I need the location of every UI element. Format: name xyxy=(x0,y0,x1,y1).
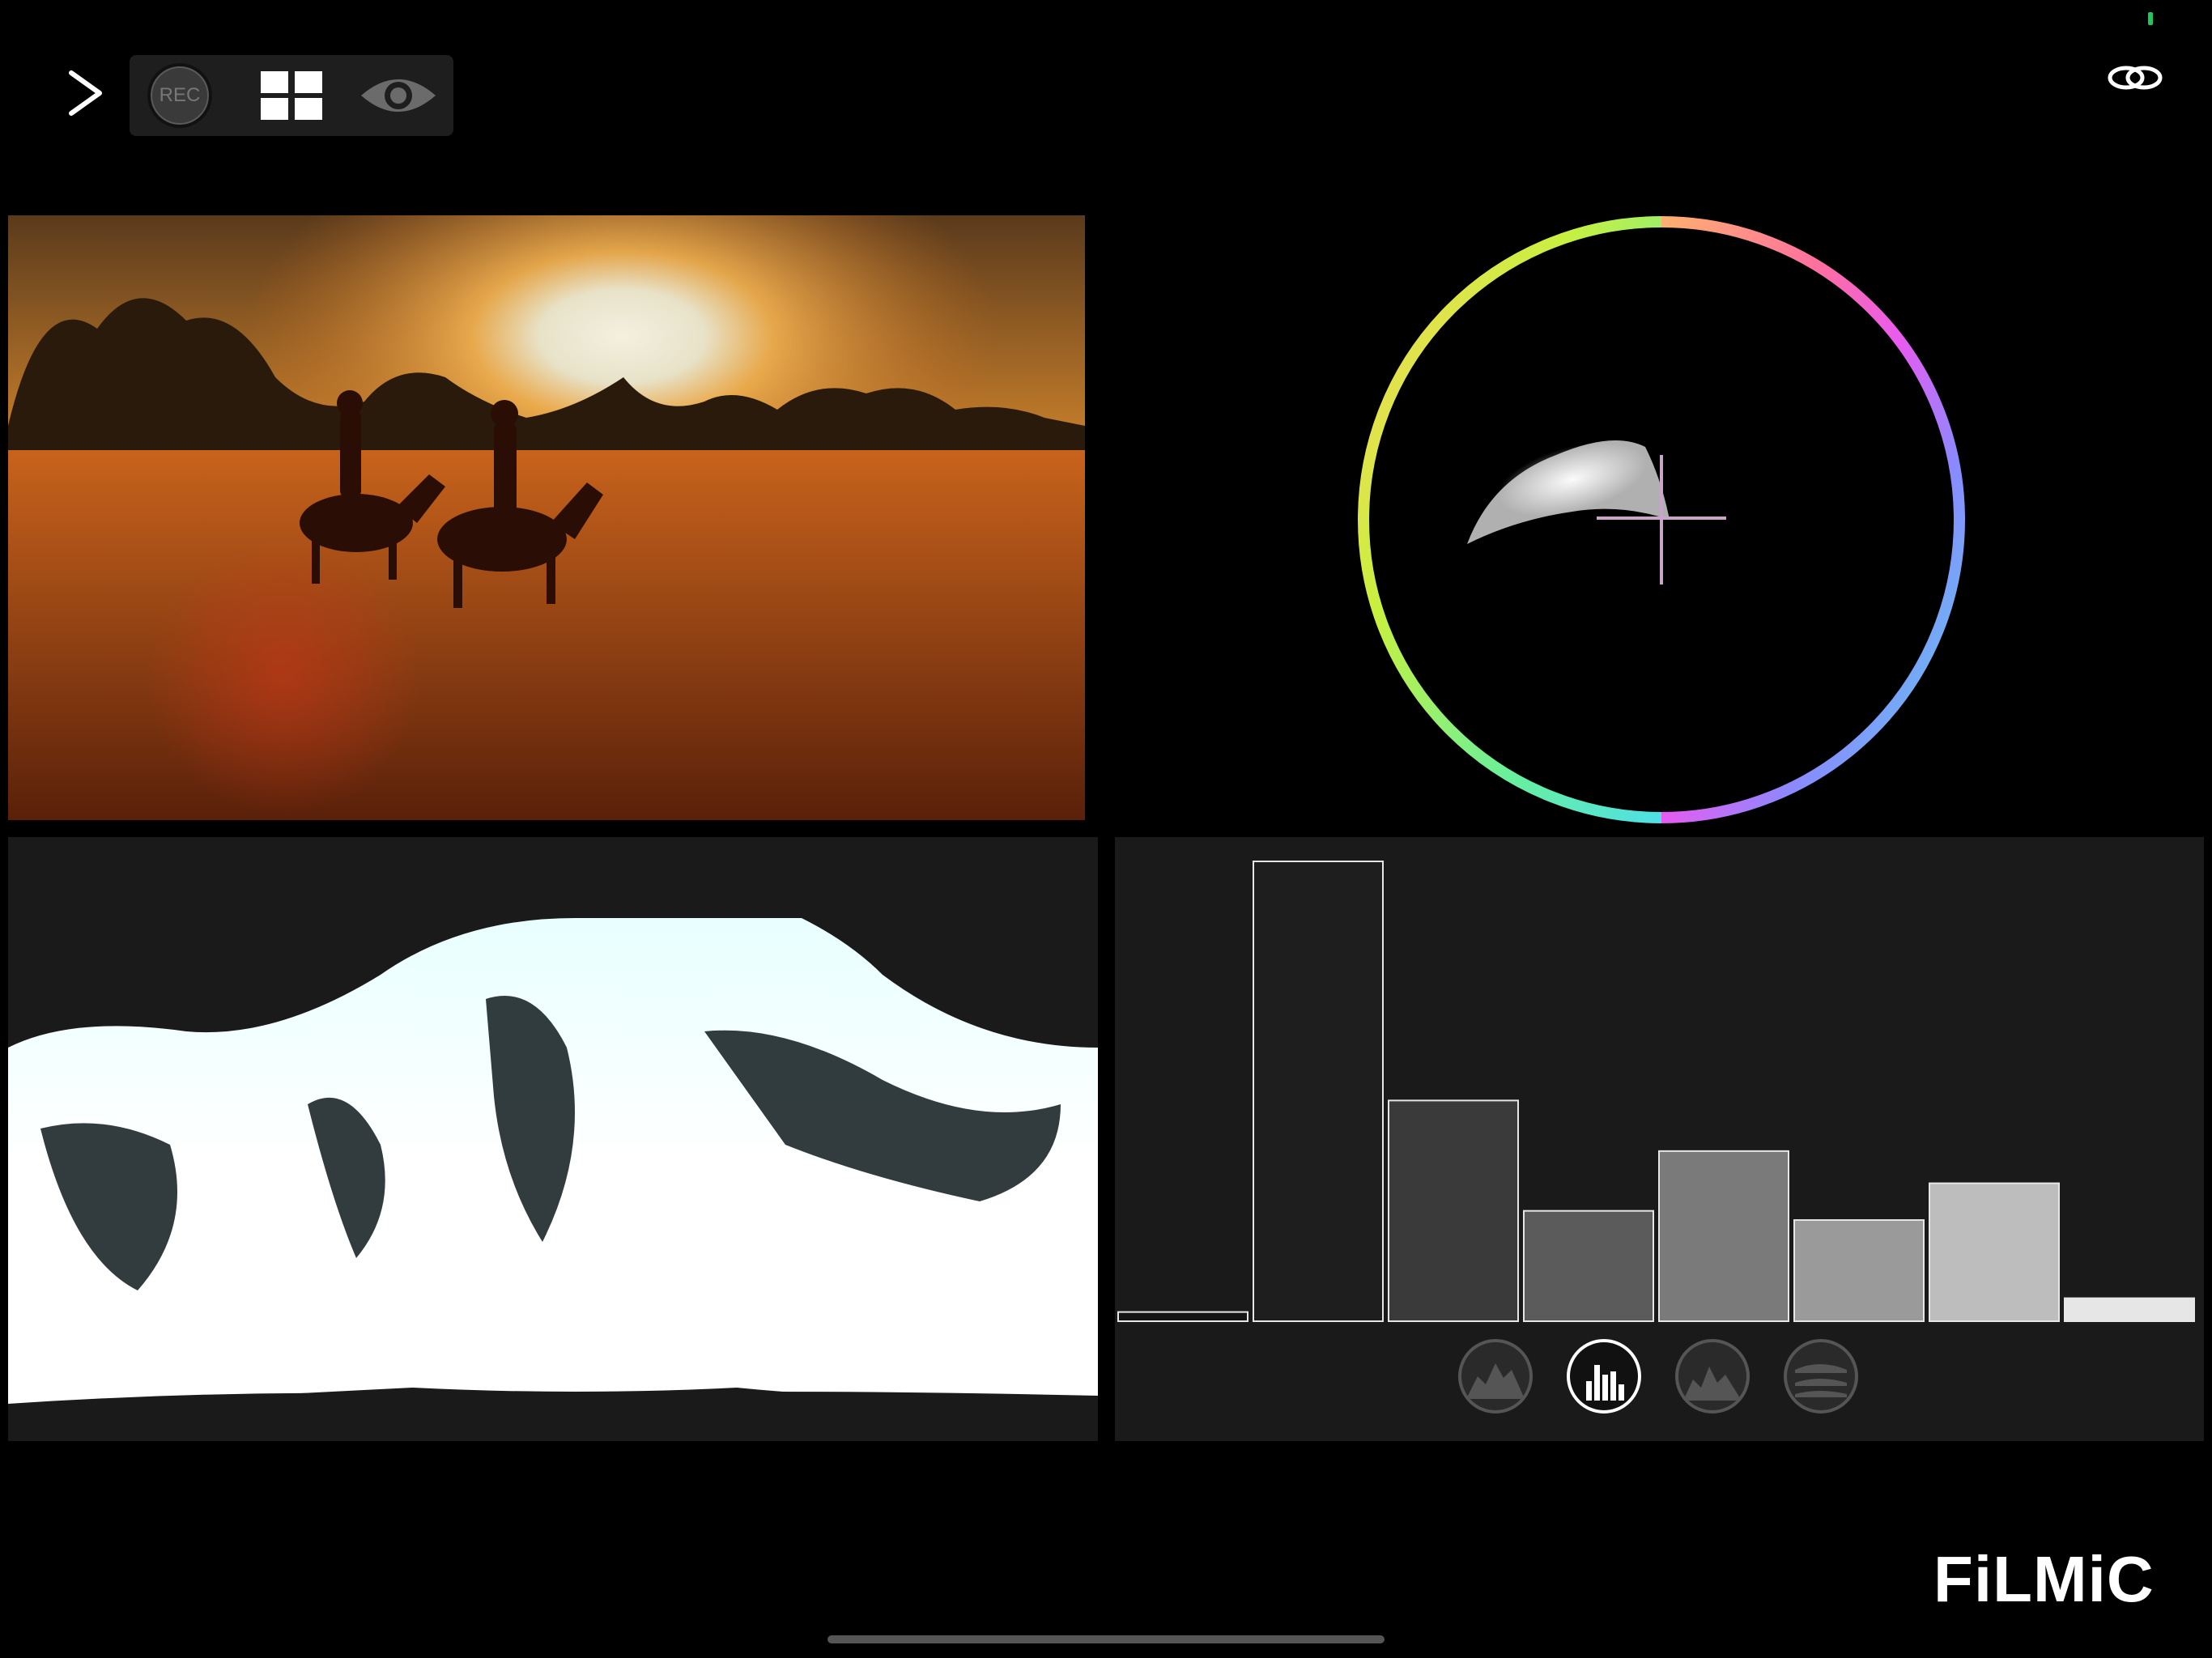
quad-grid-icon[interactable] xyxy=(259,70,324,121)
histogram-bar xyxy=(1253,861,1384,1322)
eye-icon[interactable] xyxy=(358,71,439,120)
waveform-trace xyxy=(8,918,1098,1441)
histogram-bar xyxy=(1658,1150,1789,1322)
luma-histogram-icon xyxy=(1466,1363,1525,1399)
luma-histogram-button[interactable] xyxy=(1458,1339,1533,1414)
histogram-bar xyxy=(1117,1311,1249,1323)
histogram-bar xyxy=(1929,1182,2060,1322)
histogram-bar xyxy=(2064,1297,2195,1322)
rgb-histogram-button[interactable] xyxy=(1675,1339,1750,1414)
camera-preview[interactable] xyxy=(8,215,1085,820)
vectorscope xyxy=(1357,216,1966,823)
camera-preview-image xyxy=(8,215,1085,820)
vectorscope-trace xyxy=(1467,440,1670,544)
record-label: REC xyxy=(159,84,201,106)
chevron-right-icon[interactable] xyxy=(63,65,112,121)
waveform-monitor xyxy=(8,837,1098,1441)
histogram-chart xyxy=(1117,861,2195,1323)
histogram-bar xyxy=(1793,1219,1925,1323)
bar-histogram-icon xyxy=(1586,1365,1624,1401)
histogram-monitor xyxy=(1115,837,2204,1441)
top-toolbar: REC xyxy=(130,55,453,136)
battery-indicator xyxy=(2148,12,2153,25)
layered-histogram-icon xyxy=(1795,1364,1847,1397)
home-indicator[interactable] xyxy=(827,1635,1385,1643)
histogram-bar xyxy=(1388,1099,1519,1322)
histogram-bar xyxy=(1523,1209,1654,1322)
bar-histogram-button[interactable] xyxy=(1567,1339,1641,1414)
brand-logo: FiLMiC xyxy=(1933,1543,2155,1615)
linked-rings-icon[interactable] xyxy=(2105,62,2165,94)
record-button[interactable]: REC xyxy=(147,63,212,128)
layered-histogram-button[interactable] xyxy=(1784,1339,1858,1414)
rgb-histogram-icon xyxy=(1683,1367,1742,1401)
